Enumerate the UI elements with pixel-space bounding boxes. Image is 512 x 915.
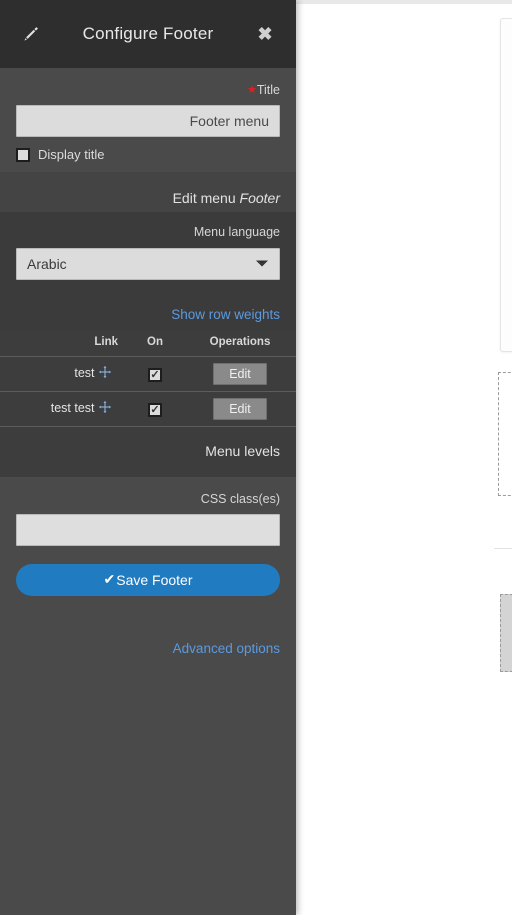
page-placeholder-block-2 xyxy=(500,594,512,672)
show-row-weights-row: Show row weights xyxy=(0,293,296,330)
css-classes-label: (CSS class(es xyxy=(200,491,280,506)
check-icon: ✓ xyxy=(150,403,160,416)
advanced-options-link[interactable]: Advanced options xyxy=(173,641,280,656)
save-button-label: Save Footer xyxy=(116,571,193,588)
menu-language-section: Menu language Arabic xyxy=(0,212,296,294)
css-classes-section: (CSS class(es Save Footer ✔ xyxy=(0,476,296,618)
row-operations-cell: Edit xyxy=(184,391,296,427)
page-top-divider xyxy=(296,0,512,4)
menu-language-select-wrap: Arabic xyxy=(16,247,280,280)
edit-menu-heading: Edit menu Footer xyxy=(0,172,296,212)
title-label-text: Title xyxy=(256,83,280,97)
display-title-checkbox[interactable]: ✓ xyxy=(16,147,30,162)
edit-menu-prefix: Edit menu xyxy=(172,190,236,207)
css-classes-input[interactable] xyxy=(16,513,280,546)
tray-title: Configure Footer xyxy=(82,24,214,43)
column-header-on: On xyxy=(126,329,184,357)
edit-button[interactable] xyxy=(14,17,48,51)
show-row-weights-link[interactable]: Show row weights xyxy=(171,307,280,322)
required-marker: ★ xyxy=(246,84,257,96)
title-input[interactable] xyxy=(16,105,280,138)
page-divider xyxy=(494,548,512,549)
menu-table-head: Operations On Link xyxy=(0,329,296,357)
menu-links-table-section: Operations On Link Edit ✓ test Edit ✓ te… xyxy=(0,329,296,477)
edit-menu-name: Footer xyxy=(239,190,280,207)
row-link-label: test test xyxy=(50,400,95,415)
tray-filler xyxy=(0,657,296,915)
column-header-link: Link xyxy=(0,329,126,357)
menu-language-label: Menu language xyxy=(193,225,280,240)
table-row: Edit ✓ xyxy=(0,391,296,427)
page-placeholder-block-1 xyxy=(498,372,512,496)
menu-levels-label: Menu levels xyxy=(0,426,296,477)
page-content-card xyxy=(500,18,512,352)
row-enabled-checkbox[interactable]: ✓ xyxy=(148,368,162,382)
close-button[interactable]: ✖ xyxy=(248,17,282,51)
table-row: Edit ✓ xyxy=(0,356,296,392)
screen: ✖ Configure Footer Title★ ✓ Displa xyxy=(0,0,512,915)
move-handle-icon[interactable] xyxy=(98,365,112,382)
row-enabled-cell: ✓ xyxy=(126,391,184,427)
menu-language-value: Arabic xyxy=(27,255,67,272)
close-icon: ✖ xyxy=(257,24,273,44)
save-button[interactable]: Save Footer ✔ xyxy=(16,563,280,596)
row-link-cell: test test xyxy=(0,391,126,427)
row-enabled-cell: ✓ xyxy=(126,356,184,392)
row-enabled-checkbox[interactable]: ✓ xyxy=(148,403,162,417)
chevron-down-icon xyxy=(256,260,268,267)
menu-table-body: Edit ✓ test Edit ✓ test test xyxy=(0,356,296,427)
offcanvas-settings-tray: ✖ Configure Footer Title★ ✓ Displa xyxy=(0,0,296,915)
advanced-options-row: Advanced options xyxy=(0,617,296,658)
column-header-operations: Operations xyxy=(184,329,296,357)
title-label: Title★ xyxy=(16,82,280,98)
pencil-icon xyxy=(24,27,38,41)
row-link-label: test xyxy=(74,365,95,380)
menu-table-header-row: Operations On Link xyxy=(0,329,296,357)
display-title-row: ✓ Display title xyxy=(16,147,280,162)
row-operations-cell: Edit xyxy=(184,356,296,392)
title-section: Title★ ✓ Display title xyxy=(0,68,296,173)
menu-links-table: Operations On Link Edit ✓ test Edit ✓ te… xyxy=(0,329,296,427)
menu-language-select[interactable]: Arabic xyxy=(16,247,280,280)
check-icon: ✓ xyxy=(150,368,160,381)
check-icon: ✔ xyxy=(103,571,116,588)
move-handle-icon[interactable] xyxy=(98,400,112,417)
row-link-cell: test xyxy=(0,356,126,392)
display-title-label: Display title xyxy=(38,147,105,163)
tray-header: ✖ Configure Footer xyxy=(0,0,296,68)
edit-link-button[interactable]: Edit xyxy=(213,362,267,385)
edit-link-button[interactable]: Edit xyxy=(213,397,267,420)
